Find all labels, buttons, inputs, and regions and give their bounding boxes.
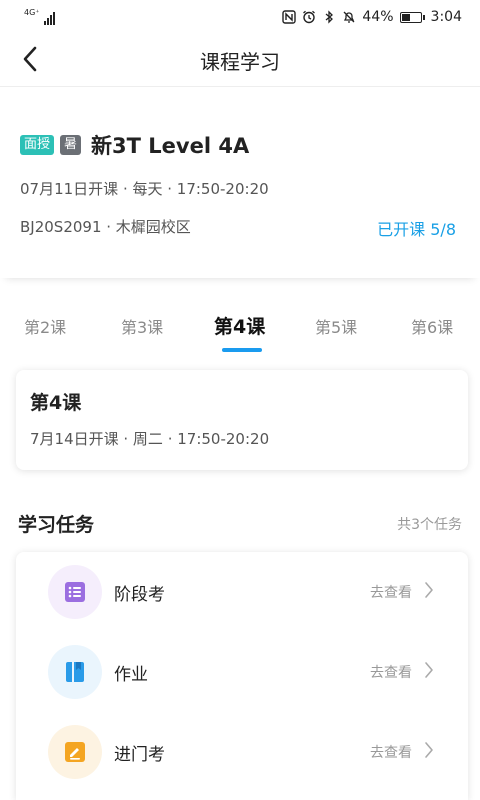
alarm-icon: [303, 10, 316, 24]
tab-lesson-5[interactable]: 第5课: [315, 314, 357, 338]
bluetooth-icon: [326, 10, 334, 24]
tab-lesson-6[interactable]: 第6课: [411, 314, 453, 338]
tab-lesson-2[interactable]: 第2课: [24, 314, 66, 338]
edit-pen-icon: [65, 742, 85, 762]
task-label: 进门考: [114, 745, 165, 765]
task-item-entrance-exam[interactable]: 进门考 去查看: [16, 712, 468, 792]
nfc-icon: [282, 10, 297, 24]
mute-bell-icon: [343, 11, 355, 23]
signal-indicator: 4G⁺: [24, 9, 55, 25]
task-label: 作业: [114, 665, 148, 685]
task-item-stage-exam[interactable]: 阶段考 去查看: [16, 552, 468, 632]
tab-lesson-3[interactable]: 第3课: [121, 314, 163, 338]
task-label: 阶段考: [114, 585, 165, 605]
clock: 3:04: [430, 9, 462, 25]
course-progress-status: 已开课 5/8: [377, 220, 456, 239]
course-schedule: 07月11日开课 · 每天 · 17:50-20:20: [20, 180, 269, 198]
course-campus: BJ20S2091 · 木樨园校区: [20, 218, 191, 236]
chevron-left-icon: [23, 46, 37, 72]
task-view-link[interactable]: 去查看: [370, 742, 412, 762]
task-item-homework[interactable]: 作业 去查看: [16, 632, 468, 712]
task-count: 共3个任务: [397, 517, 462, 533]
course-name: 新3T Level 4A: [91, 134, 250, 158]
battery-icon: [399, 11, 425, 23]
lesson-tabs: 第2课 第3课 第4课 第5课 第6课: [0, 300, 480, 360]
network-type: 4G⁺: [24, 8, 40, 17]
signal-bars-icon: [43, 12, 55, 25]
status-bar: 4G⁺ 44% 3:04: [0, 0, 480, 34]
task-icon-bg: [48, 645, 102, 699]
app-header: 课程学习: [0, 34, 480, 87]
task-list: 阶段考 去查看 作业 去查看 进门考 去查看: [16, 552, 468, 800]
task-view-link[interactable]: 去查看: [370, 662, 412, 682]
tab-lesson-4[interactable]: 第4课: [214, 312, 265, 339]
lesson-schedule: 7月14日开课 · 周二 · 17:50-20:20: [30, 430, 270, 448]
back-button[interactable]: [16, 44, 44, 74]
term-badge: 暑: [60, 135, 82, 155]
task-view-link[interactable]: 去查看: [370, 582, 412, 602]
task-icon-bg: [48, 565, 102, 619]
list-document-icon: [65, 582, 85, 602]
battery-percent: 44%: [362, 9, 394, 25]
section-title: 学习任务: [18, 514, 95, 536]
active-tab-indicator: [222, 348, 262, 352]
page-title: 课程学习: [200, 49, 280, 74]
course-type-badge: 面授: [20, 135, 55, 155]
chevron-right-icon: [425, 742, 433, 758]
chevron-right-icon: [425, 582, 433, 598]
lesson-title: 第4课: [30, 392, 82, 414]
task-icon-bg: [48, 725, 102, 779]
chevron-right-icon: [425, 662, 433, 678]
course-info-card: 面授 暑 新3T Level 4A 07月11日开课 · 每天 · 17:50-…: [0, 88, 480, 278]
lesson-card[interactable]: 第4课 7月14日开课 · 周二 · 17:50-20:20: [16, 370, 468, 470]
book-icon: [66, 662, 84, 682]
